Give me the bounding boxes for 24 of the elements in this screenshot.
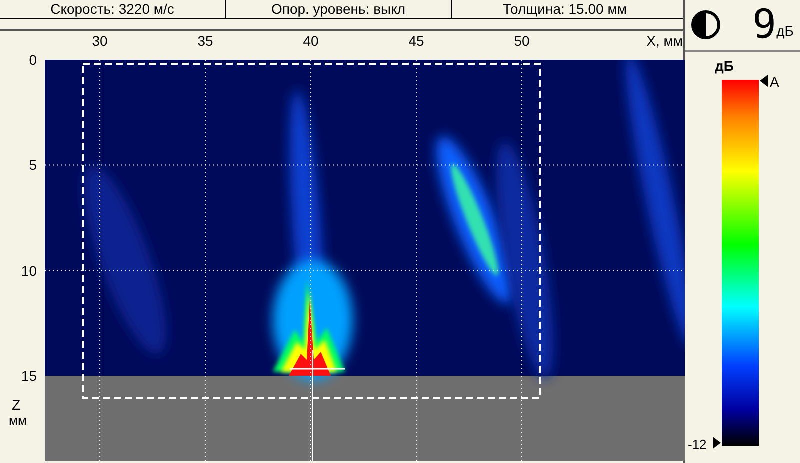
x-axis-tick-label: 35 <box>198 34 214 48</box>
scale-title: дБ <box>715 57 734 76</box>
gain-unit: дБ <box>776 22 794 41</box>
marker-arrow-icon[interactable] <box>760 75 768 87</box>
z-axis-tick-label: 15 <box>21 368 37 383</box>
x-axis-tick-label: 40 <box>303 34 319 48</box>
marker-arrow-icon[interactable] <box>713 437 721 449</box>
scale-min-label: -12 <box>688 438 707 451</box>
x-axis-tick-label: 50 <box>514 34 530 48</box>
z-axis-label: Z <box>12 398 21 412</box>
x-axis-tick-label: 45 <box>408 34 424 48</box>
z-axis-tick-label: 10 <box>21 264 37 278</box>
z-axis-unit: мм <box>9 414 27 427</box>
status-field: Опор. уровень: выкл <box>226 0 452 18</box>
z-axis-tick-label: 0 <box>29 53 37 67</box>
contrast-icon[interactable] <box>691 10 721 40</box>
status-field: Скорость: 3220 м/с <box>0 0 226 18</box>
gain-value: 9 <box>752 5 777 45</box>
z-axis-tick-label: 5 <box>29 158 37 172</box>
status-field: Толщина: 15.00 мм <box>452 0 678 18</box>
x-axis-tick-label: 30 <box>92 34 108 48</box>
cursor-crosshair[interactable] <box>290 350 345 461</box>
marker-label: A <box>770 73 780 92</box>
x-axis-label: X, мм <box>646 34 683 48</box>
